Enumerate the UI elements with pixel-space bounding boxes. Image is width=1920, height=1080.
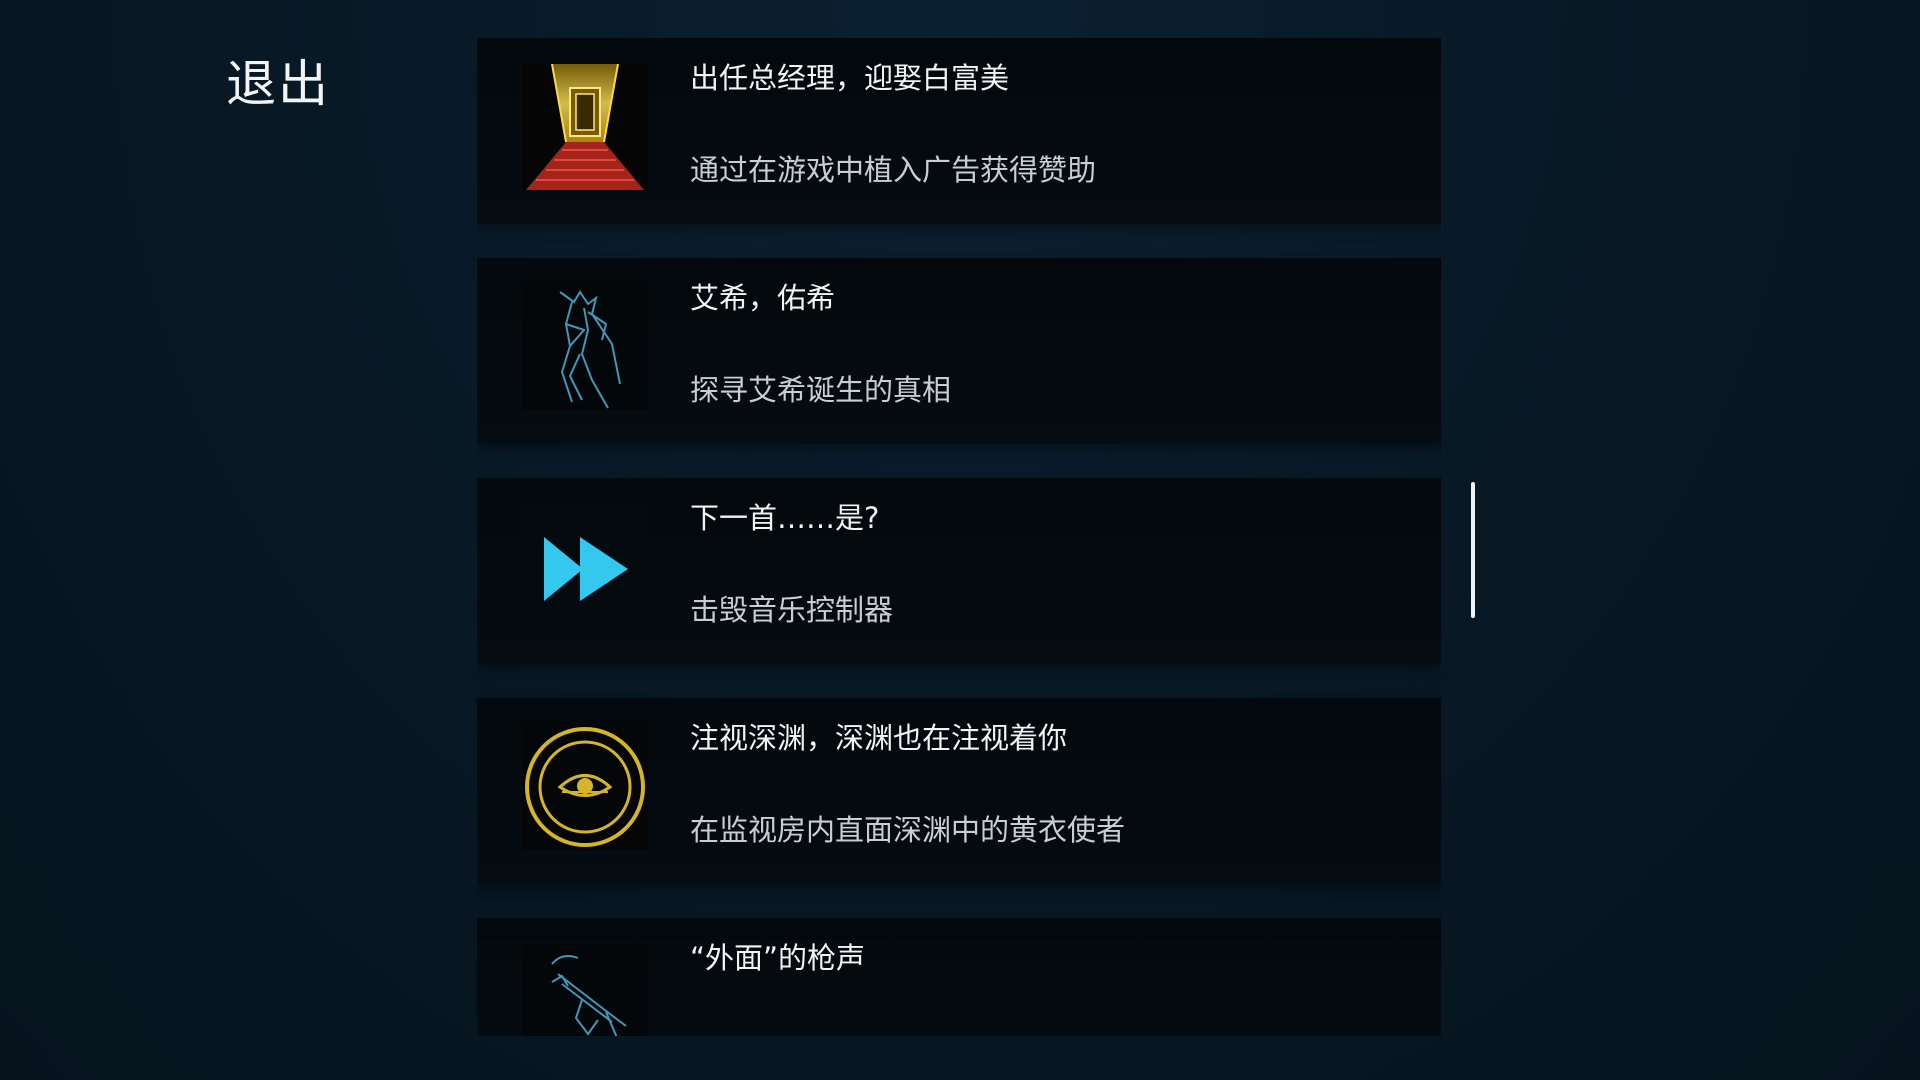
- fast-forward-icon: [522, 504, 648, 630]
- achievement-title: 下一首……是?: [690, 501, 880, 535]
- achievement-card[interactable]: 出任总经理，迎娶白富美 通过在游戏中植入广告获得赞助: [477, 38, 1441, 224]
- golden-corridor-red-carpet-icon: [522, 64, 648, 190]
- achievement-description: 在监视房内直面深渊中的黄衣使者: [690, 813, 1126, 847]
- achievement-card[interactable]: 下一首……是? 击毁音乐控制器: [477, 478, 1441, 664]
- achievements-screen: 退出 出任总经理，迎娶白富美 通过在游戏中植入广告获得赞助 艾希，佑希 探寻艾希…: [0, 0, 1920, 1080]
- wireframe-figure-icon: [522, 284, 648, 410]
- achievement-description: 击毁音乐控制器: [690, 593, 894, 627]
- achievement-title: “外面”的枪声: [690, 941, 866, 975]
- achievement-card[interactable]: “外面”的枪声: [477, 918, 1441, 1036]
- achievement-description: 通过在游戏中植入广告获得赞助: [690, 153, 1097, 187]
- achievement-title: 艾希，佑希: [690, 281, 836, 315]
- achievement-title: 出任总经理，迎娶白富美: [690, 61, 1010, 95]
- achievement-description: 探寻艾希诞生的真相: [690, 373, 952, 407]
- achievement-title: 注视深渊，深渊也在注视着你: [690, 721, 1068, 755]
- wireframe-gun-icon: [522, 944, 648, 1036]
- achievement-list[interactable]: 出任总经理，迎娶白富美 通过在游戏中植入广告获得赞助 艾希，佑希 探寻艾希诞生的…: [477, 38, 1441, 1036]
- yellow-eye-sigil-icon: [522, 724, 648, 850]
- exit-button[interactable]: 退出: [226, 52, 330, 116]
- achievement-card[interactable]: 注视深渊，深渊也在注视着你 在监视房内直面深渊中的黄衣使者: [477, 698, 1441, 884]
- achievement-card[interactable]: 艾希，佑希 探寻艾希诞生的真相: [477, 258, 1441, 444]
- scrollbar-thumb[interactable]: [1471, 482, 1475, 618]
